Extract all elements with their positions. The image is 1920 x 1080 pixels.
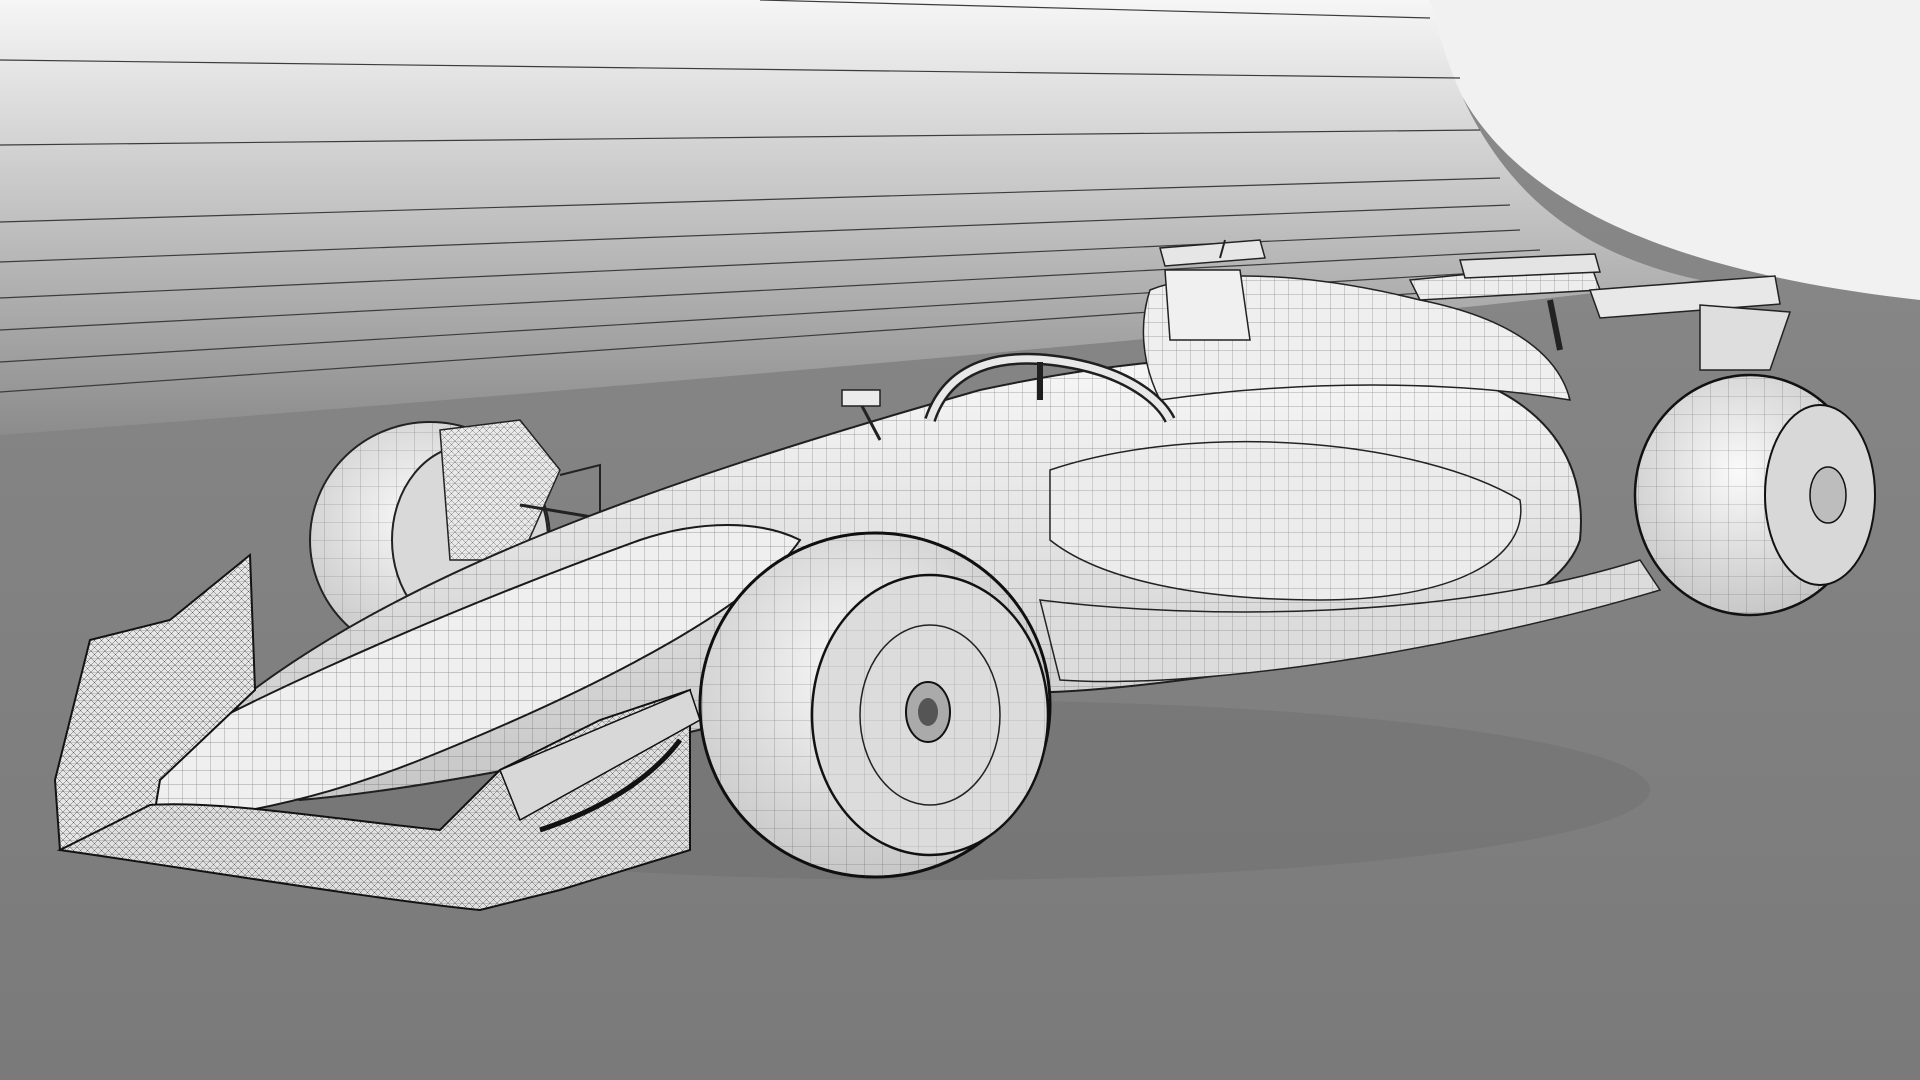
- front-right-tyre: [698, 531, 1052, 879]
- rear-right-tyre: [1633, 373, 1876, 617]
- render-viewport: [0, 0, 1920, 1080]
